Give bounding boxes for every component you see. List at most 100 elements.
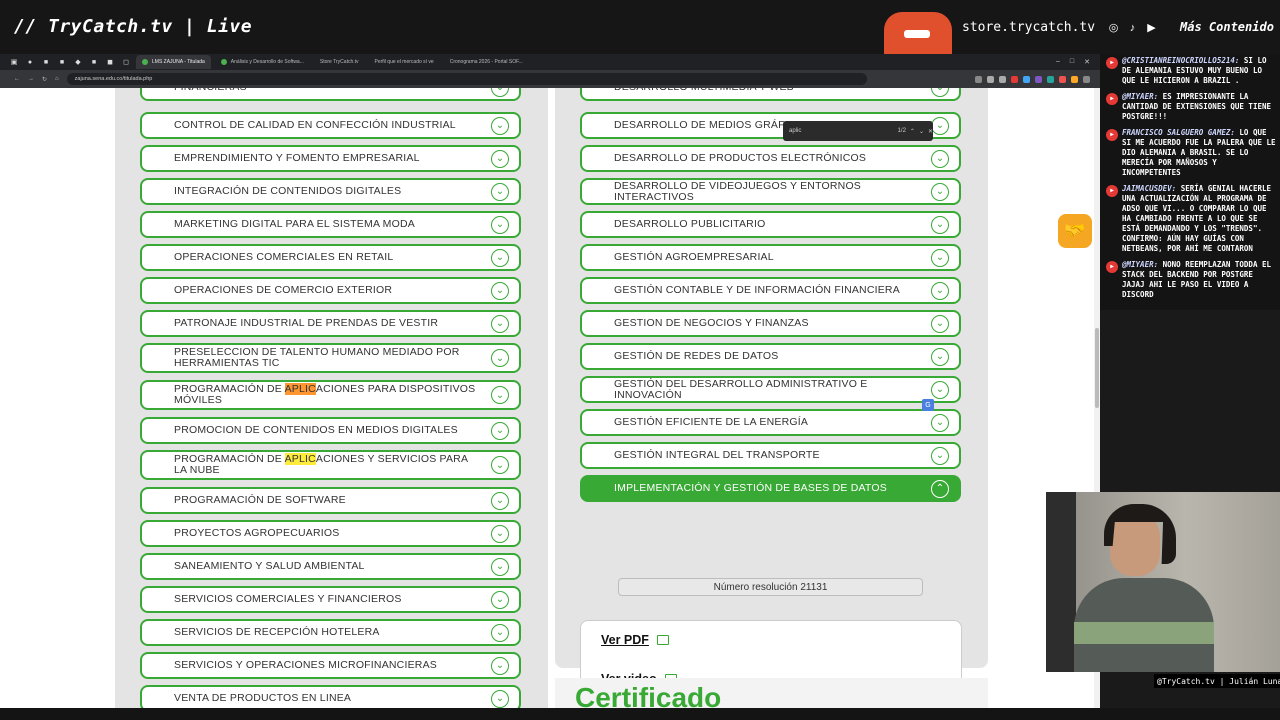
forward-icon[interactable]: → — [28, 76, 34, 82]
find-next-icon[interactable]: ⌄ — [919, 128, 924, 135]
program-item[interactable]: DESARROLLO MULTIMEDIA Y WEB ⌄ — [580, 88, 961, 101]
chevron-down-icon[interactable]: ⌄ — [931, 248, 949, 267]
tab-icon[interactable]: ◼ — [104, 57, 116, 67]
chevron-down-icon[interactable]: ⌄ — [931, 413, 949, 432]
tab-icon[interactable]: ■ — [40, 57, 52, 67]
program-item[interactable]: PROGRAMACIÓN DE APLICACIONES Y SERVICIOS… — [140, 450, 521, 480]
find-prev-icon[interactable]: ⌃ — [910, 128, 915, 135]
chevron-down-icon[interactable]: ⌄ — [491, 623, 509, 642]
program-item[interactable]: IMPLEMENTACIÓN Y GESTIÓN DE BASES DE DAT… — [580, 475, 961, 502]
chevron-down-icon[interactable]: ⌄ — [491, 456, 509, 474]
program-item[interactable]: PRESELECCION DE TALENTO HUMANO MEDIADO P… — [140, 343, 521, 373]
tab-icon[interactable]: ▣ — [8, 57, 20, 67]
program-item[interactable]: INTEGRACIÓN DE CONTENIDOS DIGITALES ⌄ — [140, 178, 521, 205]
chevron-down-icon[interactable]: ⌄ — [931, 380, 949, 399]
program-item[interactable]: VENTA DE PRODUCTOS EN LINEA ⌄ — [140, 685, 521, 708]
extension-icon[interactable] — [1011, 75, 1018, 83]
program-item[interactable]: SANEAMIENTO Y SALUD AMBIENTAL ⌄ — [140, 553, 521, 580]
chevron-down-icon[interactable]: ⌄ — [491, 314, 509, 333]
translate-icon[interactable]: G — [922, 399, 934, 411]
instagram-icon[interactable]: ◎ — [1106, 20, 1121, 35]
share-icon[interactable] — [987, 75, 994, 83]
chevron-down-icon[interactable]: ⌄ — [931, 182, 949, 201]
program-item[interactable]: DESARROLLO DE VIDEOJUEGOS Y ENTORNOS INT… — [580, 178, 961, 205]
program-item[interactable]: EMPRENDIMIENTO Y FOMENTO EMPRESARIAL ⌄ — [140, 145, 521, 172]
tab-store[interactable]: Store TryCatch.tv — [314, 55, 365, 69]
bookmark-icon[interactable] — [999, 75, 1006, 83]
url-input[interactable]: zajuna.sena.edu.co/titulada.php — [66, 73, 867, 85]
tab-analisis[interactable]: Análisis y Desarrollo de Softwa... — [215, 55, 310, 69]
extension-icon[interactable] — [1035, 75, 1042, 83]
chevron-down-icon[interactable]: ⌄ — [491, 182, 509, 201]
program-item[interactable]: DESARROLLO PUBLICITARIO ⌄ — [580, 211, 961, 238]
extension-icon[interactable] — [1059, 75, 1066, 83]
tab-cronograma[interactable]: Cronograma 2026 - Portal SOF... — [444, 55, 529, 69]
chevron-up-icon[interactable]: ⌃ — [931, 479, 949, 498]
tab-lms[interactable]: LMS ZAJUNA - Titulada — [136, 55, 211, 69]
chevron-down-icon[interactable]: ⌄ — [931, 446, 949, 465]
program-item[interactable]: GESTIÓN EFICIENTE DE LA ENERGÍA ⌄ — [580, 409, 961, 436]
youtube-icon[interactable]: ▶ — [1144, 20, 1159, 35]
chevron-down-icon[interactable]: ⌄ — [491, 491, 509, 510]
chevron-down-icon[interactable]: ⌄ — [931, 149, 949, 168]
chevron-down-icon[interactable]: ⌄ — [491, 149, 509, 168]
chevron-down-icon[interactable]: ⌄ — [491, 524, 509, 543]
view-pdf-link[interactable]: Ver PDF — [601, 633, 669, 647]
tab-icon[interactable]: ◻ — [120, 57, 132, 67]
chevron-down-icon[interactable]: ⌄ — [931, 281, 949, 300]
program-item[interactable]: OPERACIONES DE COMERCIO EXTERIOR ⌄ — [140, 277, 521, 304]
chevron-down-icon[interactable]: ⌄ — [491, 88, 509, 97]
program-item[interactable]: GESTIÓN INTEGRAL DEL TRANSPORTE ⌄ — [580, 442, 961, 469]
tab-icon[interactable]: ■ — [88, 57, 100, 67]
chevron-down-icon[interactable]: ⌄ — [491, 116, 509, 135]
program-item[interactable]: PATRONAJE INDUSTRIAL DE PRENDAS DE VESTI… — [140, 310, 521, 337]
program-item[interactable]: GESTIÓN DE REDES DE DATOS ⌄ — [580, 343, 961, 370]
menu-icon[interactable] — [1083, 75, 1090, 83]
program-item[interactable]: GESTIÓN DEL DESARROLLO ADMINISTRATIVO E … — [580, 376, 961, 403]
program-item[interactable]: GESTIÓN CONTABLE Y DE INFORMACIÓN FINANC… — [580, 277, 961, 304]
program-item[interactable]: SERVICIOS DE RECEPCIÓN HOTELERA ⌄ — [140, 619, 521, 646]
chevron-down-icon[interactable]: ⌄ — [491, 281, 509, 300]
back-icon[interactable]: ← — [14, 76, 20, 82]
maximize-icon[interactable]: □ — [1070, 58, 1074, 66]
tiktok-icon[interactable]: ♪ — [1125, 20, 1140, 35]
tab-icon[interactable]: ◆ — [72, 57, 84, 67]
chevron-down-icon[interactable]: ⌄ — [491, 590, 509, 609]
program-item[interactable]: PROMOCION DE CONTENIDOS EN MEDIOS DIGITA… — [140, 417, 521, 444]
reload-icon[interactable]: ↻ — [42, 76, 47, 83]
program-item[interactable]: OPERACIONES COMERCIALES EN RETAIL ⌄ — [140, 244, 521, 271]
program-item[interactable]: GESTIÓN AGROEMPRESARIAL ⌄ — [580, 244, 961, 271]
chevron-down-icon[interactable]: ⌄ — [491, 656, 509, 675]
find-input[interactable]: aplic — [789, 128, 894, 134]
chevron-down-icon[interactable]: ⌄ — [491, 557, 509, 576]
program-item[interactable]: PROGRAMACIÓN DE APLICACIONES PARA DISPOS… — [140, 380, 521, 410]
extension-icon[interactable] — [1023, 75, 1030, 83]
program-item[interactable]: FINANCIERAS ⌄ — [140, 88, 521, 101]
close-icon[interactable]: ✕ — [1084, 58, 1090, 66]
scrollbar-thumb[interactable] — [1095, 328, 1099, 408]
program-item[interactable]: SERVICIOS COMERCIALES Y FINANCIEROS ⌄ — [140, 586, 521, 613]
program-item[interactable]: PROGRAMACIÓN DE SOFTWARE ⌄ — [140, 487, 521, 514]
chevron-down-icon[interactable]: ⌄ — [931, 215, 949, 234]
zoom-icon[interactable] — [975, 75, 982, 83]
chevron-down-icon[interactable]: ⌄ — [491, 386, 509, 404]
program-item[interactable]: SERVICIOS Y OPERACIONES MICROFINANCIERAS… — [140, 652, 521, 679]
home-icon[interactable]: ⌂ — [55, 76, 59, 82]
tab-perfil[interactable]: Perfil que el mercado sí ve — [369, 55, 440, 69]
extension-icon[interactable] — [1047, 75, 1054, 83]
chevron-down-icon[interactable]: ⌄ — [931, 314, 949, 333]
chevron-down-icon[interactable]: ⌄ — [491, 215, 509, 234]
program-item[interactable]: PROYECTOS AGROPECUARIOS ⌄ — [140, 520, 521, 547]
extension-icon[interactable] — [1071, 75, 1078, 83]
program-item[interactable]: MARKETING DIGITAL PARA EL SISTEMA MODA ⌄ — [140, 211, 521, 238]
program-item[interactable]: GESTION DE NEGOCIOS Y FINANZAS ⌄ — [580, 310, 961, 337]
chevron-down-icon[interactable]: ⌄ — [491, 689, 509, 708]
minimize-icon[interactable]: – — [1056, 58, 1060, 66]
find-close-icon[interactable]: ✕ — [928, 128, 933, 135]
chevron-down-icon[interactable]: ⌄ — [931, 88, 949, 97]
store-link[interactable]: store.trycatch.tv — [962, 20, 1095, 35]
chevron-down-icon[interactable]: ⌄ — [491, 349, 509, 367]
chevron-down-icon[interactable]: ⌄ — [931, 347, 949, 366]
chevron-down-icon[interactable]: ⌄ — [491, 421, 509, 440]
program-item[interactable]: DESARROLLO DE PRODUCTOS ELECTRÓNICOS ⌄ — [580, 145, 961, 172]
